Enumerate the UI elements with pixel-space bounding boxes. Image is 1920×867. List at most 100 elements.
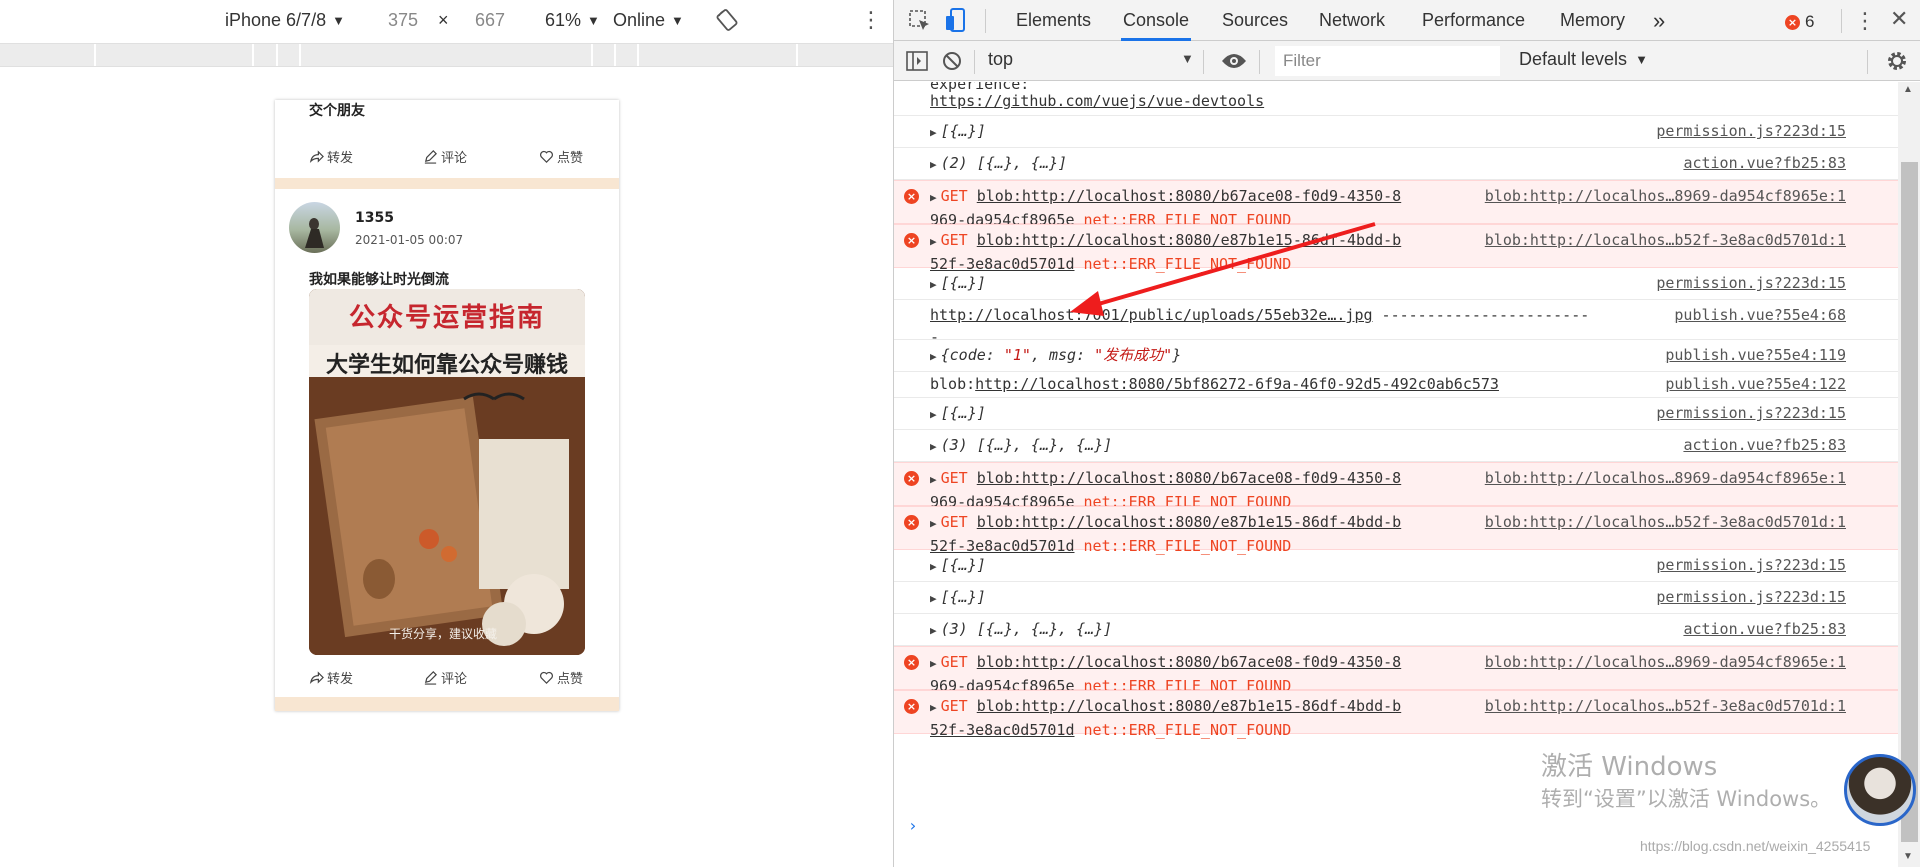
console-row[interactable]: ▶ (2) [{…}, {…}] action.vue?fb25:83 <box>894 148 1898 180</box>
like-action[interactable]: 点赞 <box>539 668 583 687</box>
expand-triangle-icon[interactable]: ▶ <box>930 278 937 291</box>
console-scrollbar[interactable]: ▲ ▼ <box>1898 82 1920 867</box>
console-link[interactable]: http://localhost:8080/5bf86272-6f9a-46f0… <box>975 375 1499 393</box>
clear-console-icon[interactable] <box>941 50 963 77</box>
source-link[interactable]: action.vue?fb25:83 <box>1683 152 1846 174</box>
height-input[interactable]: 667 <box>475 10 505 31</box>
comment-action[interactable]: 评论 <box>423 147 467 166</box>
request-url[interactable]: blob:http://localhost:8080/e87b1e15-86df… <box>977 231 1401 249</box>
user-avatar[interactable] <box>289 202 340 253</box>
source-link[interactable]: publish.vue?55e4:119 <box>1665 344 1846 366</box>
width-input[interactable]: 375 <box>388 10 418 31</box>
tab-memory[interactable]: Memory <box>1558 0 1627 41</box>
tab-console[interactable]: Console <box>1121 0 1192 41</box>
source-link[interactable]: publish.vue?55e4:68 <box>1674 304 1846 326</box>
console-row[interactable]: ▶ [{…}] permission.js?223d:15 <box>894 582 1898 614</box>
source-link[interactable]: blob:http://localhos…b52f-3e8ac0d5701d:1 <box>1485 511 1846 533</box>
share-action[interactable]: 转发 <box>309 147 353 166</box>
source-link[interactable]: permission.js?223d:15 <box>1656 554 1846 576</box>
eye-icon[interactable] <box>1221 51 1247 76</box>
expand-triangle-icon[interactable]: ▶ <box>930 624 937 637</box>
expand-triangle-icon[interactable]: ▶ <box>930 592 937 605</box>
source-link[interactable]: permission.js?223d:15 <box>1656 120 1846 142</box>
console-error-row[interactable]: × ▶ GET blob:http://localhost:8080/b67ace0… <box>894 646 1898 695</box>
more-tabs-icon[interactable]: » <box>1651 0 1667 41</box>
tab-network[interactable]: Network <box>1317 0 1387 41</box>
sidebar-toggle-icon[interactable] <box>906 50 928 77</box>
console-row[interactable]: ▶ [{…}] permission.js?223d:15 <box>894 268 1898 300</box>
levels-select[interactable]: Default levels ▼ <box>1519 49 1648 70</box>
expand-triangle-icon[interactable]: ▶ <box>930 126 937 139</box>
request-url-cont[interactable]: 52f-3e8ac0d5701d <box>930 721 1075 739</box>
console-row[interactable]: ▶ [{…}] permission.js?223d:15 <box>894 116 1898 148</box>
floating-avatar[interactable] <box>1844 754 1916 826</box>
request-url[interactable]: blob:http://localhost:8080/e87b1e15-86df… <box>977 697 1401 715</box>
source-link[interactable]: blob:http://localhos…b52f-3e8ac0d5701d:1 <box>1485 229 1846 251</box>
request-url[interactable]: blob:http://localhost:8080/b67ace08-f0d9… <box>977 187 1401 205</box>
source-link[interactable]: permission.js?223d:15 <box>1656 586 1846 608</box>
scroll-down-icon[interactable]: ▼ <box>1903 851 1913 862</box>
context-select[interactable]: top <box>988 49 1013 70</box>
expand-triangle-icon[interactable]: ▶ <box>930 235 937 248</box>
settings-gear-icon[interactable] <box>1885 49 1909 78</box>
filter-input[interactable] <box>1275 46 1500 76</box>
expand-triangle-icon[interactable]: ▶ <box>930 517 937 530</box>
expand-triangle-icon[interactable]: ▶ <box>930 473 937 486</box>
console-row[interactable]: ▶ (3) [{…}, {…}, {…}] action.vue?fb25:83 <box>894 430 1898 462</box>
console-error-row[interactable]: × ▶ GET blob:http://localhost:8080/e87b1e1… <box>894 690 1898 739</box>
scrollbar-thumb[interactable] <box>1901 162 1918 842</box>
tab-sources[interactable]: Sources <box>1220 0 1290 41</box>
expand-triangle-icon[interactable]: ▶ <box>930 701 937 714</box>
console-error-row[interactable]: × ▶ GET blob:http://localhost:8080/e87b1e1… <box>894 224 1898 273</box>
comment-action[interactable]: 评论 <box>423 668 467 687</box>
expand-triangle-icon[interactable]: ▶ <box>930 158 937 171</box>
request-url[interactable]: blob:http://localhost:8080/e87b1e15-86df… <box>977 513 1401 531</box>
console-row[interactable]: ▶ (3) [{…}, {…}, {…}] action.vue?fb25:83 <box>894 614 1898 646</box>
share-action[interactable]: 转发 <box>309 668 353 687</box>
source-link[interactable]: permission.js?223d:15 <box>1656 272 1846 294</box>
expand-triangle-icon[interactable]: ▶ <box>930 560 937 573</box>
zoom-select[interactable]: 61% ▼ <box>545 10 600 31</box>
media-query-ruler[interactable] <box>0 43 893 67</box>
source-link[interactable]: publish.vue?55e4:122 <box>1665 373 1846 395</box>
expand-triangle-icon[interactable]: ▶ <box>930 408 937 421</box>
source-link[interactable]: action.vue?fb25:83 <box>1683 434 1846 456</box>
console-error-row[interactable]: × ▶ GET blob:http://localhost:8080/e87b1e1… <box>894 506 1898 555</box>
console-prompt[interactable]: › <box>908 816 918 835</box>
source-link[interactable]: blob:http://localhos…8969-da954cf8965e:1 <box>1485 467 1846 489</box>
post-image[interactable]: 公众号运营指南 大学生如何靠公众号赚钱 干货分享，建议收藏 <box>309 289 585 655</box>
post-username[interactable]: 1355 <box>355 210 394 226</box>
tab-performance[interactable]: Performance <box>1420 0 1527 41</box>
console-row[interactable]: blob:http://localhost:8080/5bf86272-6f9a… <box>894 372 1898 398</box>
expand-triangle-icon[interactable]: ▶ <box>930 350 937 363</box>
source-link[interactable]: blob:http://localhos…8969-da954cf8965e:1 <box>1485 185 1846 207</box>
caret-down-icon[interactable]: ▼ <box>1181 51 1194 66</box>
expand-triangle-icon[interactable]: ▶ <box>930 440 937 453</box>
expand-triangle-icon[interactable]: ▶ <box>930 191 937 204</box>
request-url[interactable]: blob:http://localhost:8080/b67ace08-f0d9… <box>977 469 1401 487</box>
close-icon[interactable]: ✕ <box>1890 6 1908 32</box>
console-row[interactable]: ▶ {code: "1", msg: "发布成功"} publish.vue?55e… <box>894 340 1898 372</box>
source-link[interactable]: blob:http://localhos…8969-da954cf8965e:1 <box>1485 651 1846 673</box>
console-error-row[interactable]: × ▶ GET blob:http://localhost:8080/b67ace0… <box>894 462 1898 511</box>
device-select[interactable]: iPhone 6/7/8 ▼ <box>225 10 345 31</box>
request-url[interactable]: blob:http://localhost:8080/b67ace08-f0d9… <box>977 653 1401 671</box>
source-link[interactable]: permission.js?223d:15 <box>1656 402 1846 424</box>
error-counter[interactable]: × 6 <box>1785 12 1814 32</box>
console-row[interactable]: ▶ [{…}] permission.js?223d:15 <box>894 550 1898 582</box>
inspect-element-icon[interactable] <box>908 9 932 38</box>
device-toggle-icon[interactable] <box>945 8 969 39</box>
expand-triangle-icon[interactable]: ▶ <box>930 657 937 670</box>
console-link[interactable]: https://github.com/vuejs/vue-devtools <box>930 91 1264 111</box>
console-row[interactable]: ▶ [{…}] permission.js?223d:15 <box>894 398 1898 430</box>
source-link[interactable]: action.vue?fb25:83 <box>1683 618 1846 640</box>
scroll-up-icon[interactable]: ▲ <box>1903 84 1913 95</box>
source-link[interactable]: blob:http://localhos…b52f-3e8ac0d5701d:1 <box>1485 695 1846 717</box>
console-link[interactable]: http://localhost:7001/public/uploads/55e… <box>930 306 1373 324</box>
network-select[interactable]: Online ▼ <box>613 10 684 31</box>
rotate-icon[interactable] <box>716 9 738 36</box>
tab-elements[interactable]: Elements <box>1014 0 1093 41</box>
console-error-row[interactable]: × ▶ GET blob:http://localhost:8080/b67ace0… <box>894 180 1898 229</box>
more-vertical-icon[interactable]: ⋮ <box>860 9 882 31</box>
more-options-icon[interactable]: ⋮ <box>1854 8 1876 34</box>
